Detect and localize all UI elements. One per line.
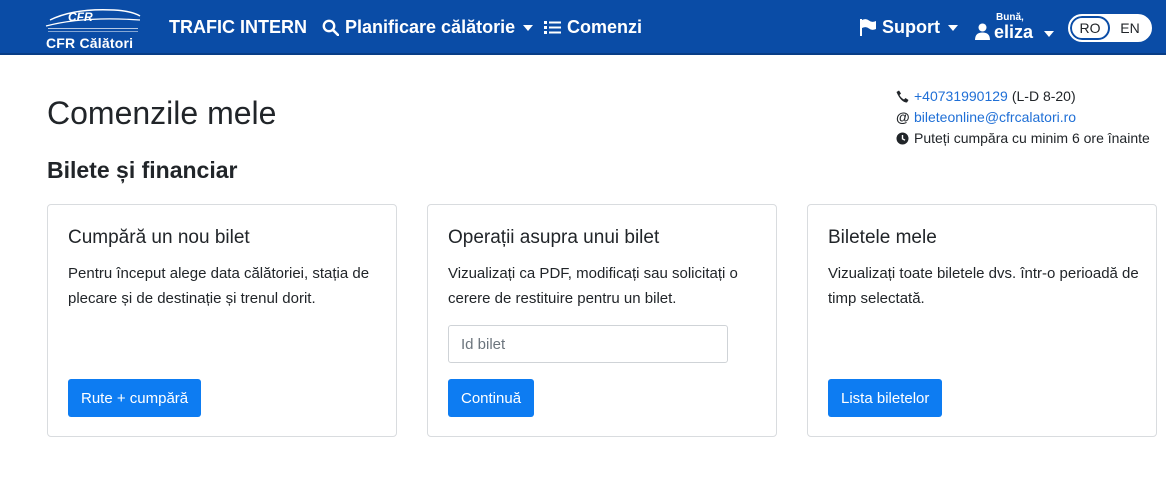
card-text: Vizualizați toate biletele dvs. într-o p… (828, 265, 1139, 307)
user-name: eliza (994, 22, 1034, 42)
card-title: Biletele mele (828, 227, 937, 248)
brand-logo-text: CFR (68, 10, 93, 24)
cfr-logo-icon: CFR (45, 8, 141, 32)
phone-icon (896, 90, 914, 103)
ticket-list-button[interactable]: Lista biletelor (828, 379, 943, 417)
user-icon (975, 23, 990, 40)
nav-comenzi-label: Comenzi (567, 17, 643, 37)
nav-suport-label: Suport (882, 17, 940, 37)
list-icon (544, 21, 561, 34)
card-title: Cumpără un nou bilet (68, 227, 250, 248)
contact-phone-row: +40731990129 (L-D 8-20) (896, 86, 1150, 107)
continue-button[interactable]: Continuă (448, 379, 535, 417)
flag-icon (860, 19, 876, 36)
brand-name: CFR Călători (46, 35, 134, 51)
brand-logo-link[interactable]: CFR CFR Călători (44, 6, 142, 51)
contact-email-link[interactable]: bileteonline@cfrcalatori.ro (914, 107, 1076, 128)
contact-info: +40731990129 (L-D 8-20) @ bileteonline@c… (896, 86, 1150, 149)
top-navbar: CFR CFR Călători TRAFIC INTERN Planifica… (0, 0, 1166, 55)
routes-buy-button[interactable]: Rute + cumpără (68, 379, 202, 417)
lang-ro-button[interactable]: RO (1070, 16, 1110, 40)
nav-planificare-label: Planificare călătorie (345, 17, 516, 37)
card-ticket-operations: Operații asupra unui bilet Vizualizați c… (427, 204, 777, 437)
chevron-down-icon (1044, 31, 1054, 37)
section-title: Bilete și financiar (47, 157, 238, 183)
chevron-down-icon (948, 24, 958, 31)
nav-suport-dropdown[interactable]: Suport (860, 0, 958, 55)
user-menu-dropdown[interactable]: Bună, eliza (972, 12, 1054, 46)
nav-planificare-dropdown[interactable]: Planificare călătorie (322, 0, 534, 55)
nav-comenzi[interactable]: Comenzi (544, 0, 642, 55)
clock-icon (896, 132, 914, 145)
contact-phone-hours: (L-D 8-20) (1011, 88, 1076, 104)
card-text: Vizualizați ca PDF, modificați sau solic… (448, 265, 738, 307)
contact-phone-link[interactable]: +40731990129 (914, 86, 1008, 107)
nav-trafic-intern-label: TRAFIC INTERN (169, 17, 307, 37)
contact-email-row: @ bileteonline@cfrcalatori.ro (896, 107, 1150, 128)
contact-notice-text: Puteți cumpăra cu minim 6 ore înainte (914, 130, 1150, 146)
lang-en-button[interactable]: EN (1110, 16, 1150, 40)
search-icon (322, 19, 339, 36)
chevron-down-icon (523, 24, 534, 31)
card-text: Pentru început alege data călătoriei, st… (68, 265, 370, 307)
card-buy-ticket: Cumpără un nou bilet Pentru început aleg… (47, 204, 397, 437)
contact-notice-row: Puteți cumpăra cu minim 6 ore înainte (896, 128, 1150, 149)
language-switch: RO EN (1068, 14, 1152, 42)
page-title: Comenzile mele (47, 95, 277, 131)
at-icon: @ (896, 109, 910, 125)
nav-trafic-intern[interactable]: TRAFIC INTERN (169, 0, 307, 55)
card-title: Operații asupra unui bilet (448, 227, 660, 248)
ticket-id-input[interactable] (448, 325, 728, 363)
card-my-tickets: Biletele mele Vizualizați toate biletele… (807, 204, 1157, 437)
